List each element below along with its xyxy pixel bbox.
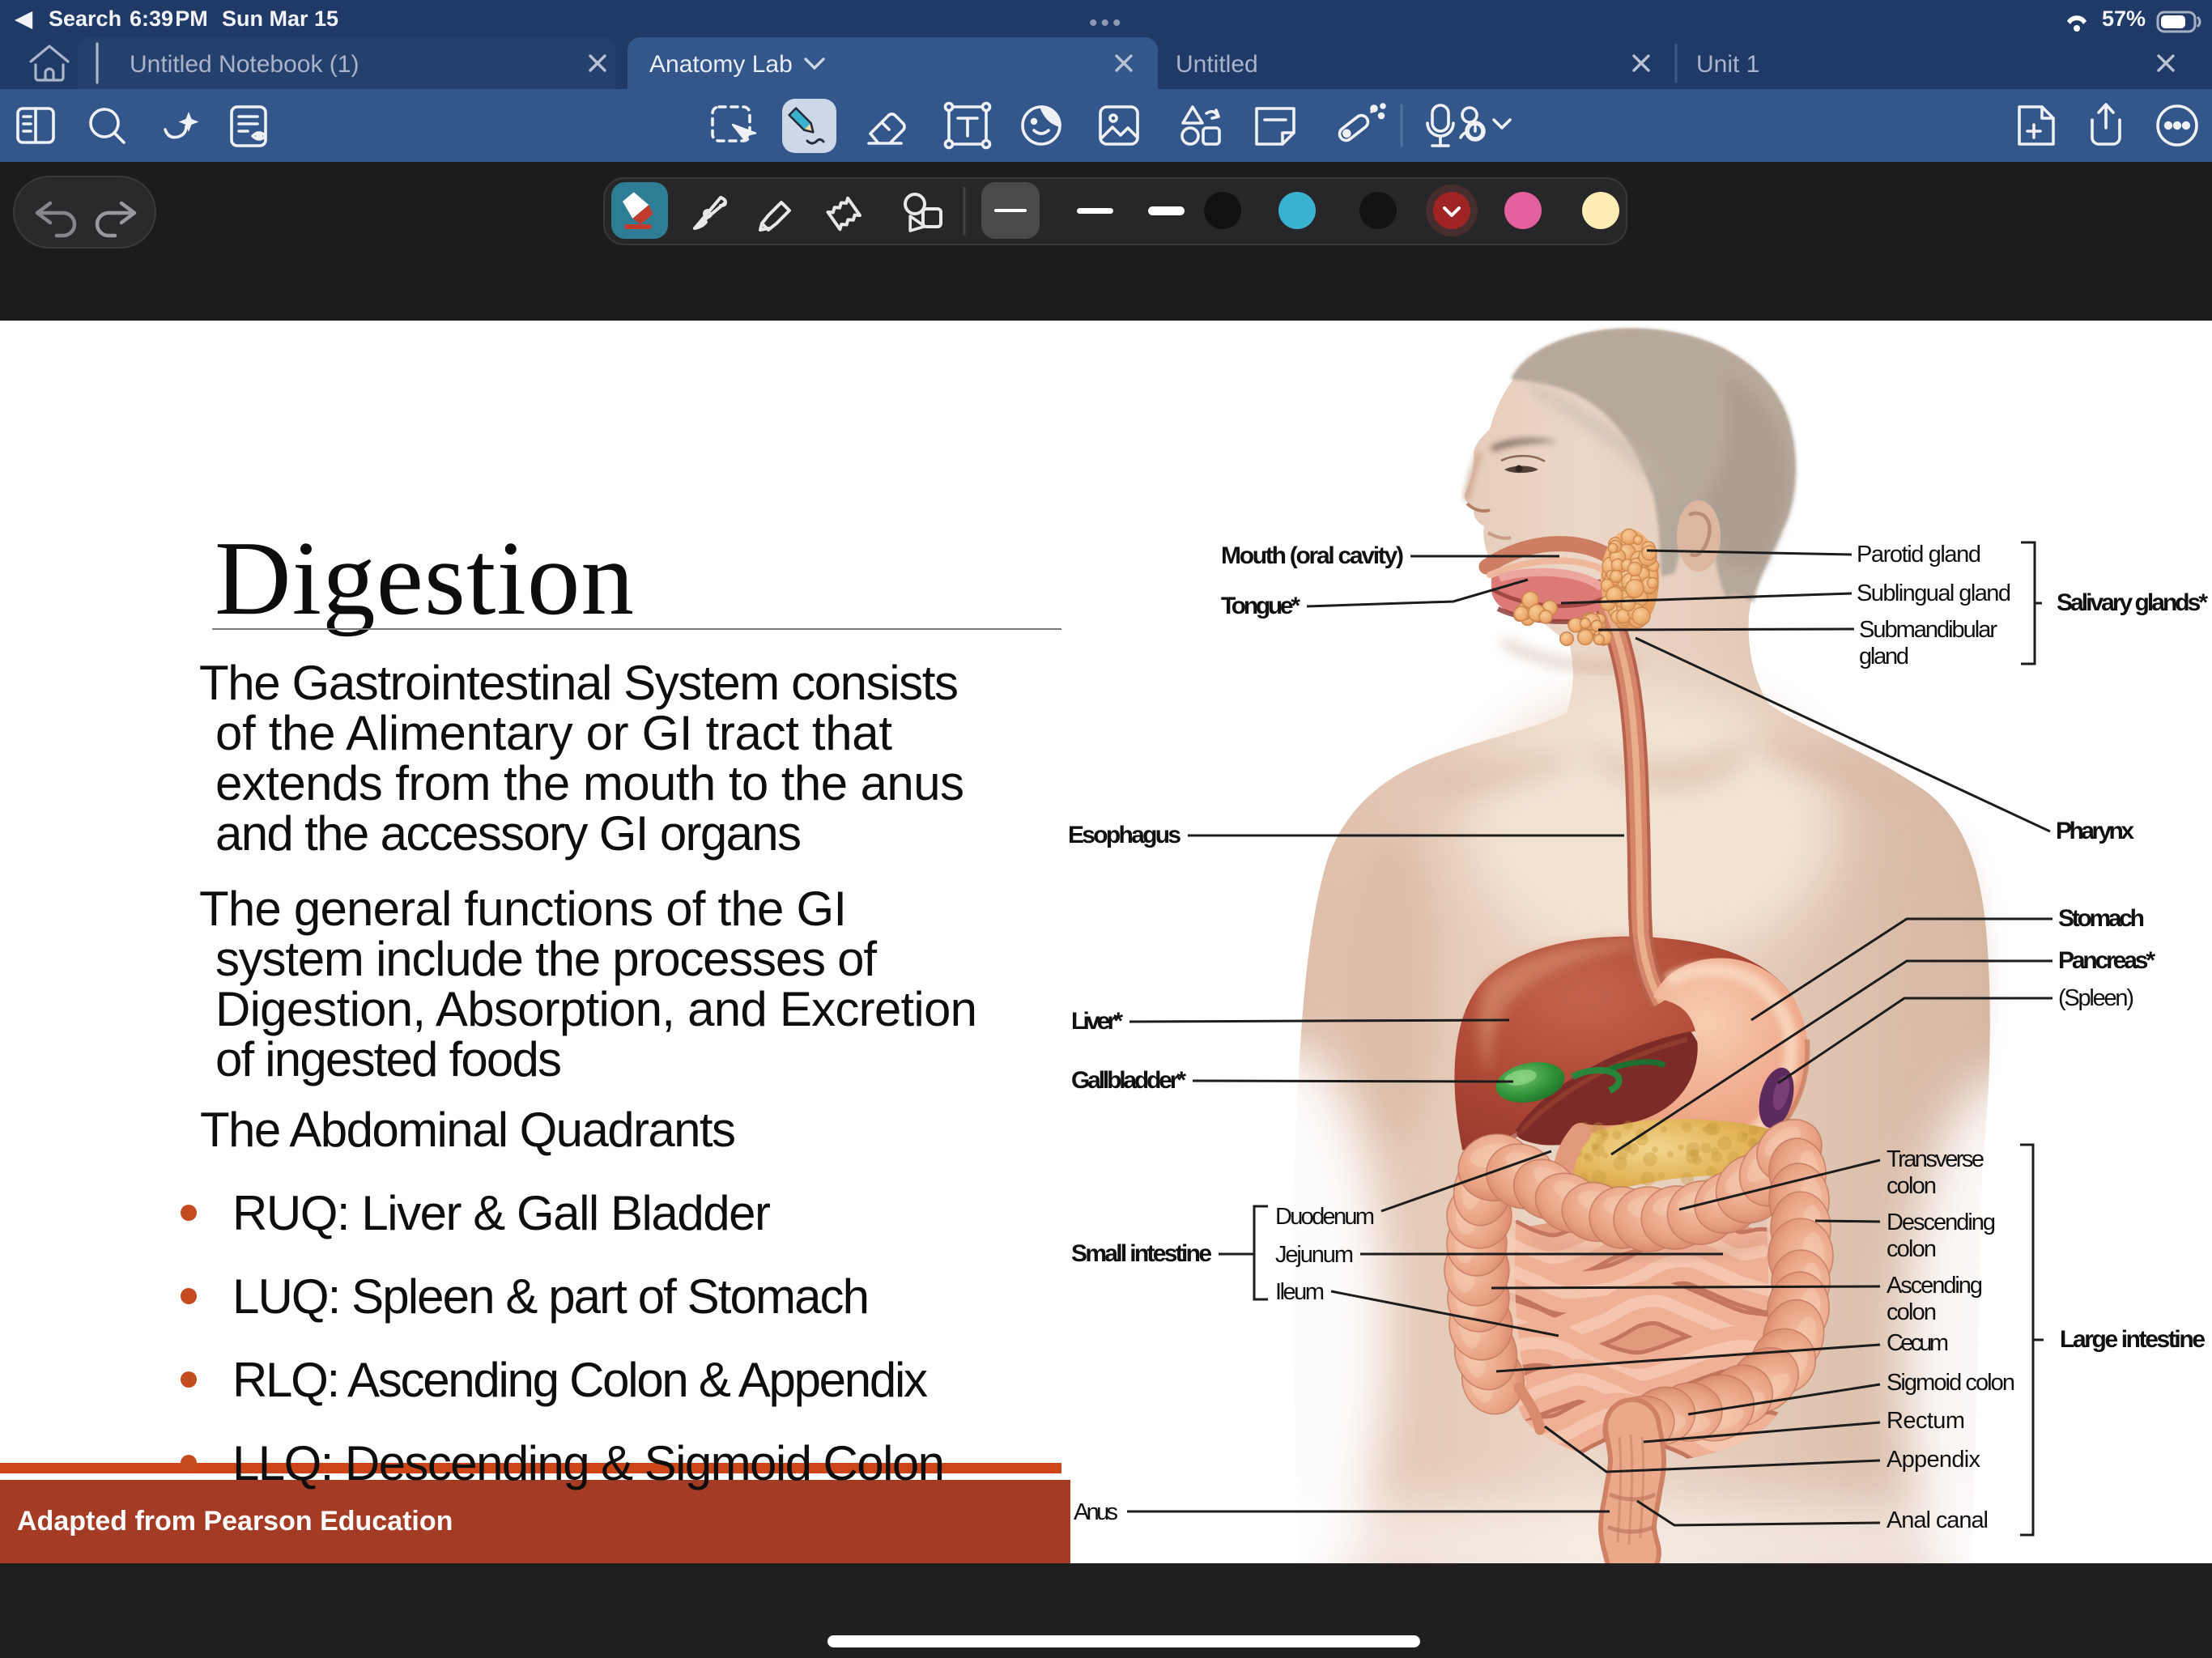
svg-text:(Spleen): (Spleen) [2058,985,2134,1011]
svg-text:Duodenum: Duodenum [1275,1204,1375,1230]
svg-text:Digestion, Absorption, and Exc: Digestion, Absorption, and Excretion [215,982,977,1036]
svg-text:Untitled: Untitled [1176,51,1258,78]
svg-text:Submandibular: Submandibular [1859,617,1997,643]
svg-text:Anatomy Lab: Anatomy Lab [649,51,793,78]
svg-text:Anus: Anus [1074,1499,1118,1525]
svg-text:Pharynx: Pharynx [2056,818,2134,844]
svg-text:Salivary glands*: Salivary glands* [2057,589,2208,616]
svg-text:Sublingual gland: Sublingual gland [1857,580,2011,606]
svg-text:Liver*: Liver* [1071,1008,1123,1035]
svg-text:RLQ: Ascending Colon & Appendi: RLQ: Ascending Colon & Appendix [232,1353,928,1407]
svg-text:system include the processes o: system include the processes of [215,932,877,986]
svg-text:Transverse: Transverse [1887,1146,1984,1172]
svg-text:Ileum: Ileum [1275,1279,1325,1305]
svg-text:Untitled Notebook (1): Untitled Notebook (1) [130,51,359,78]
svg-text:Unit 1: Unit 1 [1696,51,1759,78]
svg-text:The Gastrointestinal System co: The Gastrointestinal System consists [199,656,959,710]
svg-text:Large intestine: Large intestine [2060,1326,2206,1353]
svg-text:Mouth (oral cavity): Mouth (oral cavity) [1221,542,1404,569]
svg-text:LUQ: Spleen & part of Stomach: LUQ: Spleen & part of Stomach [232,1269,870,1324]
svg-text:Pancreas*: Pancreas* [2058,947,2155,974]
svg-text:Anal canal: Anal canal [1887,1507,1989,1533]
svg-text:LLQ: Descending & Sigmoid Colo: LLQ: Descending & Sigmoid Colon [232,1436,945,1490]
svg-text:Ascending: Ascending [1887,1273,1983,1299]
svg-text:Gallbladder*: Gallbladder* [1071,1067,1186,1094]
svg-text:Sigmoid colon: Sigmoid colon [1887,1370,2015,1396]
svg-text:Appendix: Appendix [1887,1447,1981,1473]
svg-text:of ingested foods: of ingested foods [215,1032,562,1086]
svg-text:Tongue*: Tongue* [1221,593,1300,619]
svg-text:The general functions of the G: The general functions of the GI [199,882,847,936]
svg-text:colon: colon [1887,1173,1937,1199]
svg-text:Stomach: Stomach [2058,905,2145,932]
svg-text:Descending: Descending [1887,1209,1996,1235]
svg-text:RUQ: Liver & Gall Bladder: RUQ: Liver & Gall Bladder [232,1186,771,1240]
svg-text:The Abdominal Quadrants: The Abdominal Quadrants [200,1103,736,1157]
svg-text:Rectum: Rectum [1887,1408,1965,1434]
svg-text:Cecum: Cecum [1887,1330,1949,1356]
svg-text:Small intestine: Small intestine [1071,1240,1212,1267]
svg-text:colon: colon [1887,1236,1937,1262]
svg-text:Parotid gland: Parotid gland [1857,542,1981,568]
svg-text:extends from the mouth to the: extends from the mouth to the anus [215,756,964,810]
svg-text:and the accessory GI organs: and the accessory GI organs [215,806,802,861]
svg-text:Digestion: Digestion [215,520,634,637]
svg-text:of the Alimentary or GI tract: of the Alimentary or GI tract that [215,706,892,760]
svg-text:gland: gland [1859,644,1909,670]
svg-text:Jejunum: Jejunum [1275,1242,1354,1268]
svg-text:colon: colon [1887,1299,1937,1325]
svg-text:Esophagus: Esophagus [1068,822,1181,848]
